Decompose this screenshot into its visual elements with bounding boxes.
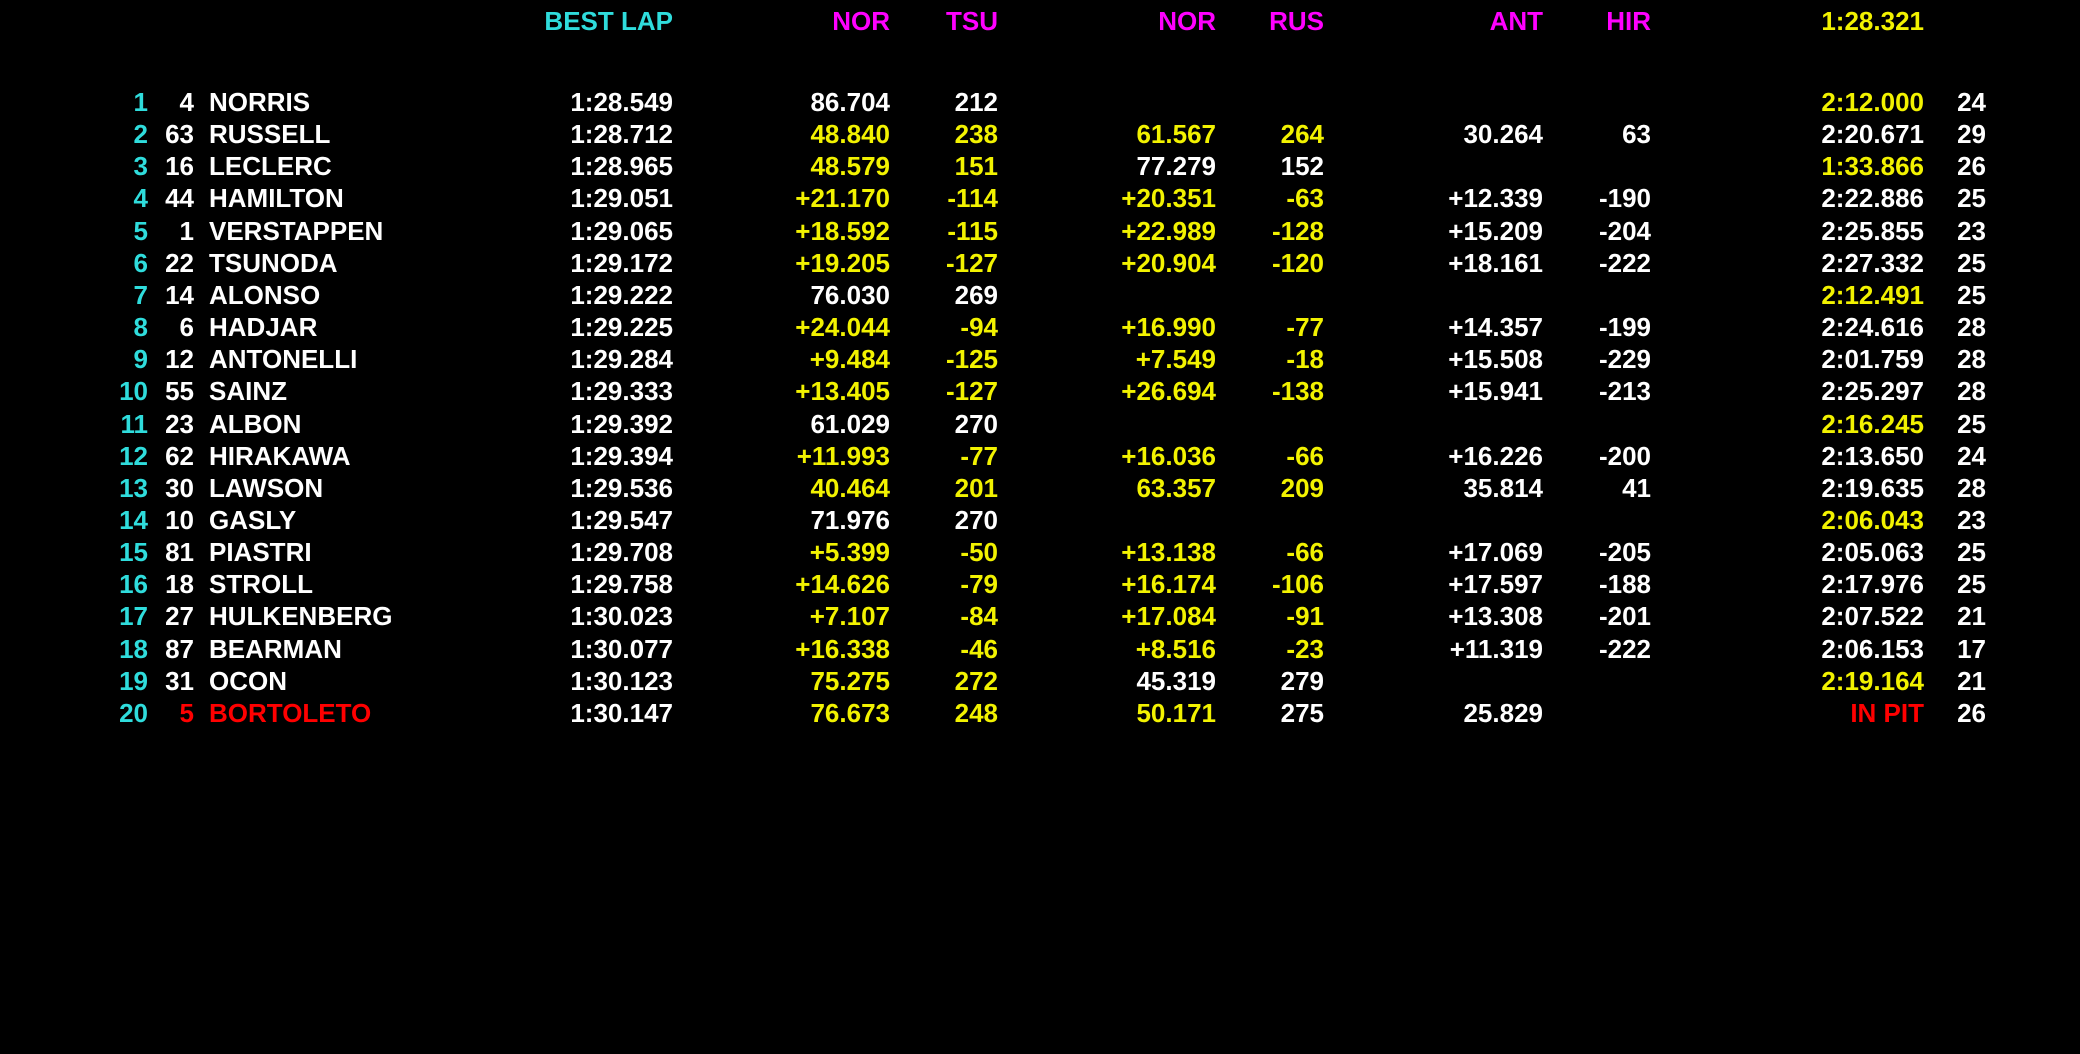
- table-row: 20 5 BORTOLETO 1:30.147 76.673 248 50.171 275 25…: [0, 692, 2080, 734]
- header-gap-3: ANT: [1489, 6, 1543, 36]
- car-number-cell: 5: [179, 697, 194, 728]
- header-gap-2: NOR: [1158, 6, 1216, 36]
- laps-cell: 26: [1957, 697, 1986, 728]
- sub-2-cell: 275: [1280, 697, 1324, 728]
- sub-1-cell: 248: [954, 697, 998, 728]
- position-cell: 20: [119, 697, 148, 728]
- gap-3-cell: 25.829: [1463, 697, 1543, 728]
- header-sub-2: RUS: [1269, 6, 1324, 36]
- driver-name-cell: BORTOLETO: [209, 697, 372, 728]
- header-sub-3: HIR: [1606, 6, 1651, 36]
- header-gap-1: NOR: [832, 6, 890, 36]
- best-lap-cell: 1:30.147: [570, 697, 673, 728]
- header-row: BEST LAP NOR TSU NOR RUS ANT HIR 1:28.32…: [0, 0, 2080, 42]
- header-last-lap: 1:28.321: [1821, 6, 1924, 36]
- header-best-lap: BEST LAP: [544, 6, 673, 36]
- last-lap-cell: IN PIT: [1850, 697, 1924, 728]
- gap-2-cell: 50.171: [1136, 697, 1216, 728]
- header-sub-1: TSU: [946, 6, 998, 36]
- gap-1-cell: 76.673: [810, 697, 890, 728]
- timing-board: BEST LAP NOR TSU NOR RUS ANT HIR 1:28.32…: [0, 0, 2080, 1054]
